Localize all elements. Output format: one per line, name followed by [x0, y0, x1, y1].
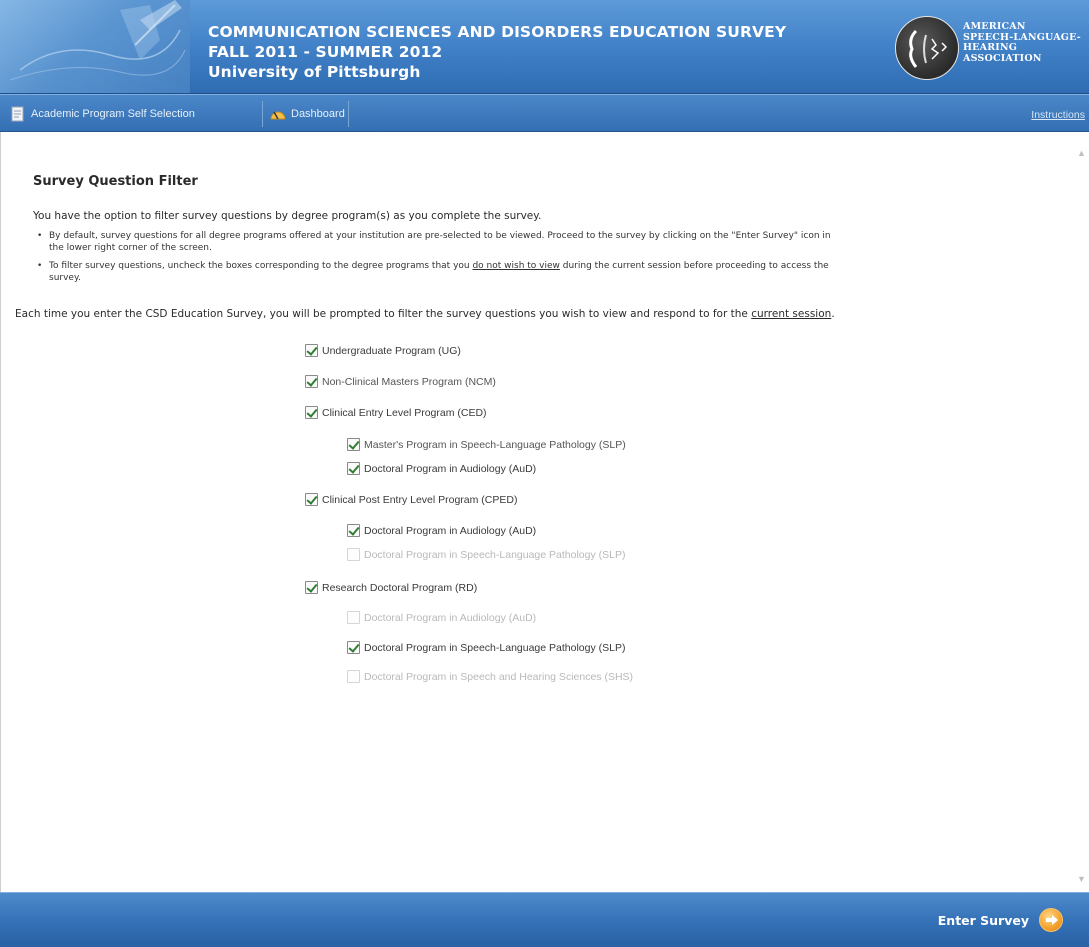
checkbox[interactable]	[305, 493, 318, 506]
program-checkbox-rd[interactable]: Research Doctoral Program (RD)	[305, 581, 477, 594]
asha-logo: American Speech-Language- Hearing Associ…	[895, 16, 1089, 80]
survey-title-line1: COMMUNICATION SCIENCES AND DISORDERS EDU…	[208, 23, 787, 41]
main-content: ▲ Survey Question Filter You have the op…	[0, 132, 1089, 892]
nav-bar: Academic Program Self Selection Dashboar…	[0, 94, 1089, 132]
program-label: Doctoral Program in Audiology (AuD)	[364, 524, 537, 537]
program-label: Doctoral Program in Speech-Language Path…	[364, 641, 626, 654]
checkbox[interactable]	[305, 581, 318, 594]
footer-bar: Enter Survey	[0, 892, 1089, 947]
program-label: Undergraduate Program (UG)	[322, 344, 461, 357]
program-checkbox-rd-shs[interactable]: Doctoral Program in Speech and Hearing S…	[347, 670, 633, 683]
program-checkbox-list: Undergraduate Program (UG) Non-Clinical …	[1, 132, 1089, 832]
program-checkbox-ced-slp[interactable]: Master's Program in Speech-Language Path…	[347, 438, 626, 451]
asha-logo-text-line4: Association	[963, 52, 1042, 64]
document-icon	[10, 106, 26, 122]
program-checkbox-ced-aud[interactable]: Doctoral Program in Audiology (AuD)	[347, 462, 536, 475]
program-checkbox-rd-aud[interactable]: Doctoral Program in Audiology (AuD)	[347, 611, 536, 624]
program-checkbox-ced[interactable]: Clinical Entry Level Program (CED)	[305, 406, 487, 419]
asha-logo-emblem	[895, 16, 959, 80]
survey-title-line3: University of Pittsburgh	[208, 63, 421, 81]
nav-academic-program-label: Academic Program Self Selection	[31, 108, 195, 120]
program-checkbox-cped-aud[interactable]: Doctoral Program in Audiology (AuD)	[347, 524, 536, 537]
checkbox[interactable]	[347, 670, 360, 683]
program-label: Doctoral Program in Speech-Language Path…	[364, 548, 626, 561]
checkbox[interactable]	[347, 611, 360, 624]
arrow-right-circle-icon	[1039, 908, 1063, 932]
nav-dashboard-label: Dashboard	[291, 108, 345, 120]
program-checkbox-ug[interactable]: Undergraduate Program (UG)	[305, 344, 461, 357]
nav-dashboard[interactable]: Dashboard	[270, 103, 345, 125]
program-label: Doctoral Program in Audiology (AuD)	[364, 611, 537, 624]
header-banner: COMMUNICATION SCIENCES AND DISORDERS EDU…	[0, 0, 1089, 94]
header-decorative-image	[0, 0, 190, 93]
nav-academic-program-self-selection[interactable]: Academic Program Self Selection	[10, 103, 195, 125]
program-label: Doctoral Program in Speech and Hearing S…	[364, 670, 634, 683]
asha-logo-text-line3: Hearing	[963, 42, 1018, 53]
checkbox[interactable]	[347, 438, 360, 451]
asha-logo-text-line1: American	[963, 21, 1026, 32]
nav-divider	[348, 101, 349, 127]
survey-title-line2: FALL 2011 - SUMMER 2012	[208, 43, 443, 61]
checkbox[interactable]	[347, 524, 360, 537]
gauge-icon	[270, 106, 286, 122]
program-label: Master's Program in Speech-Language Path…	[364, 438, 626, 451]
program-label: Non-Clinical Masters Program (NCM)	[322, 375, 496, 388]
program-checkbox-rd-slp[interactable]: Doctoral Program in Speech-Language Path…	[347, 641, 626, 654]
scroll-down-arrow-icon[interactable]: ▼	[1077, 874, 1086, 886]
program-checkbox-cped-slp[interactable]: Doctoral Program in Speech-Language Path…	[347, 548, 626, 561]
checkbox[interactable]	[347, 641, 360, 654]
program-label: Doctoral Program in Audiology (AuD)	[364, 462, 537, 475]
program-checkbox-cped[interactable]: Clinical Post Entry Level Program (CPED)	[305, 493, 517, 506]
program-label: Clinical Entry Level Program (CED)	[322, 406, 487, 419]
survey-title: COMMUNICATION SCIENCES AND DISORDERS EDU…	[208, 22, 786, 82]
checkbox[interactable]	[347, 548, 360, 561]
enter-survey-label: Enter Survey	[937, 912, 1029, 928]
checkbox[interactable]	[305, 344, 318, 357]
checkbox[interactable]	[305, 375, 318, 388]
asha-logo-text: American Speech-Language- Hearing Associ…	[963, 21, 1081, 64]
checkbox[interactable]	[347, 462, 360, 475]
program-label: Clinical Post Entry Level Program (CPED)	[322, 493, 518, 506]
checkbox[interactable]	[305, 406, 318, 419]
enter-survey-button[interactable]: Enter Survey	[938, 908, 1063, 932]
instructions-link[interactable]: Instructions	[1031, 109, 1085, 121]
nav-divider	[262, 101, 263, 127]
program-label: Research Doctoral Program (RD)	[322, 581, 478, 594]
program-checkbox-ncm[interactable]: Non-Clinical Masters Program (NCM)	[305, 375, 496, 388]
